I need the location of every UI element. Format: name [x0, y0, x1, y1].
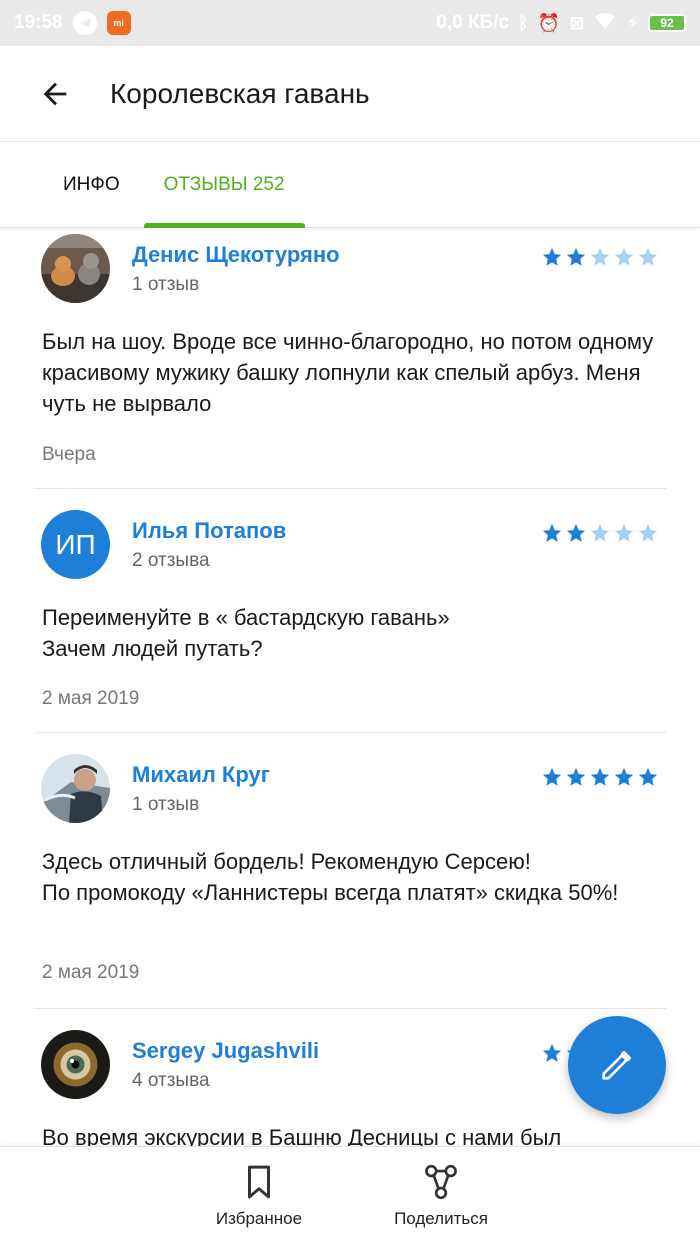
wifi-icon: [593, 12, 617, 35]
telegram-icon: [72, 11, 97, 35]
avatar[interactable]: [41, 754, 110, 823]
pencil-icon: [602, 1051, 631, 1080]
star-empty-icon: [614, 247, 634, 266]
rating-stars: [541, 522, 659, 544]
alarm-icon: ⏰: [537, 12, 561, 33]
review-date: 2 мая 2019: [42, 688, 140, 709]
review-count: 4 отзыва: [132, 1070, 210, 1091]
rating-stars: [541, 246, 659, 268]
mi-icon: mi: [106, 11, 131, 35]
share-icon: [425, 1164, 457, 1200]
star-filled-icon: [638, 767, 658, 786]
star-filled-icon: [566, 523, 586, 542]
bluetooth-icon: ᛒ: [518, 12, 529, 33]
bottom-action-bar: Избранное Поделиться: [0, 1146, 700, 1244]
star-empty-icon: [638, 247, 658, 266]
rating-stars: [541, 766, 659, 788]
review-author[interactable]: Денис Щекотуряно: [132, 242, 340, 268]
avatar[interactable]: [41, 234, 110, 303]
app-bar: Королевская гавань: [0, 46, 700, 142]
divider: [34, 488, 666, 489]
back-button[interactable]: [0, 46, 110, 142]
battery-indicator: 92: [648, 14, 686, 32]
star-filled-icon: [590, 767, 610, 786]
tab-bar: ИНФО ОТЗЫВЫ 252: [0, 142, 700, 228]
no-sim-icon: ⊠: [569, 12, 585, 33]
tab-reviews-label: ОТЗЫВЫ 252: [163, 173, 285, 195]
network-speed: 0,0 КБ/с: [436, 12, 510, 33]
review-count: 2 отзыва: [132, 550, 210, 571]
review-text: Здесь отличный бордель! Рекомендую Серсе…: [42, 849, 619, 905]
tab-reviews[interactable]: ОТЗЫВЫ 252: [143, 142, 305, 228]
review-text: Был на шоу. Вроде все чинно-благородно, …: [42, 329, 654, 416]
avatar[interactable]: ИП: [41, 510, 110, 579]
review-author[interactable]: Илья Потапов: [132, 518, 286, 544]
divider: [34, 732, 666, 733]
arrow-back-icon: [43, 82, 67, 105]
tab-active-indicator: [143, 222, 305, 228]
star-empty-icon: [638, 523, 658, 542]
star-filled-icon: [566, 767, 586, 786]
favorites-button[interactable]: Избранное: [198, 1147, 320, 1244]
star-empty-icon: [590, 247, 610, 266]
share-button[interactable]: Поделиться: [380, 1147, 502, 1244]
star-filled-icon: [542, 1043, 562, 1062]
review-author[interactable]: Михаил Круг: [132, 762, 270, 788]
review-count: 1 отзыв: [132, 274, 200, 295]
star-filled-icon: [542, 247, 562, 266]
write-review-button[interactable]: [568, 1016, 666, 1114]
star-filled-icon: [566, 247, 586, 266]
star-filled-icon: [542, 767, 562, 786]
review-date: Вчера: [42, 444, 96, 465]
page-title: Королевская гавань: [110, 77, 370, 109]
review-date: 2 мая 2019: [42, 962, 140, 983]
review-author[interactable]: Sergey Jugashvili: [132, 1038, 319, 1064]
review-text: Во время экскурсии в Башню Десницы с нам…: [42, 1125, 562, 1146]
bookmark-icon: [248, 1165, 270, 1199]
star-filled-icon: [542, 523, 562, 542]
review-text: Переименуйте в « бастардскую гавань» Зач…: [42, 605, 450, 661]
divider: [34, 1008, 666, 1009]
star-empty-icon: [590, 523, 610, 542]
reviews-list[interactable]: Денис Щекотуряно 1 отзыв Был на шоу. Вро…: [0, 228, 700, 1146]
charging-icon: ⚡: [626, 12, 639, 33]
favorites-label: Избранное: [215, 1209, 303, 1228]
status-time: 19:58: [14, 12, 63, 33]
share-label: Поделиться: [394, 1209, 488, 1228]
tab-info[interactable]: ИНФО: [43, 142, 140, 228]
avatar[interactable]: [41, 1030, 110, 1099]
star-empty-icon: [614, 523, 634, 542]
review-count: 1 отзыв: [132, 794, 200, 815]
status-bar: 19:58 mi 0,0 КБ/с ᛒ ⏰ ⊠ ⚡ 92: [0, 0, 700, 46]
star-filled-icon: [614, 767, 634, 786]
